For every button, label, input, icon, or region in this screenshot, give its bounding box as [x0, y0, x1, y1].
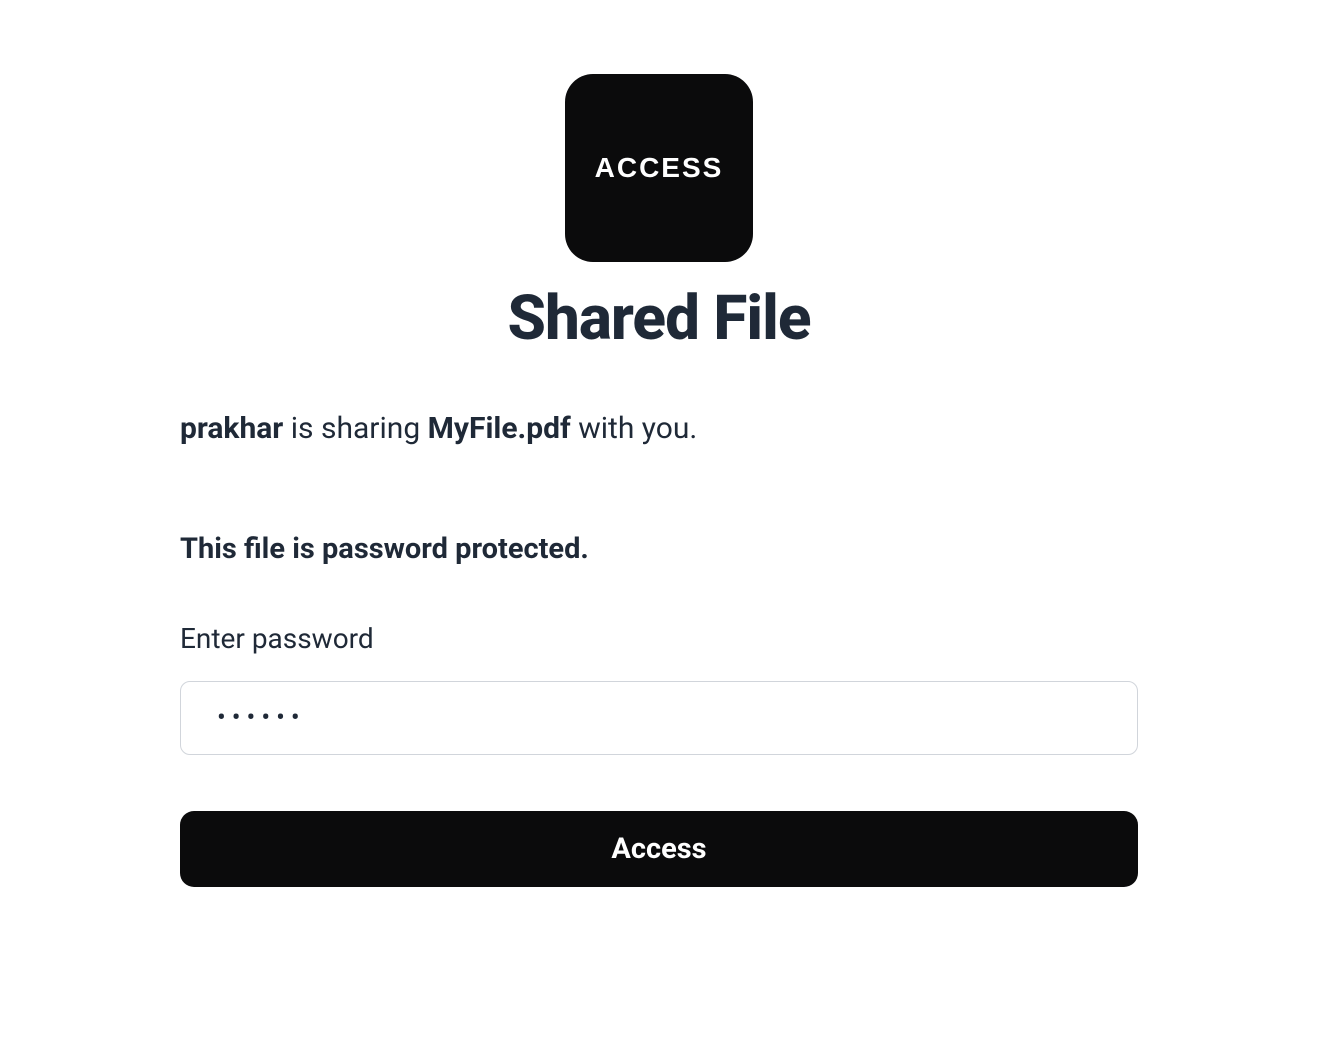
sharing-mid-text: is sharing — [283, 411, 427, 446]
logo-text: ACCESS — [595, 152, 724, 184]
page-title: Shared File — [508, 282, 811, 355]
sharing-filename: MyFile.pdf — [428, 411, 571, 446]
sharing-suffix: with you. — [571, 411, 698, 446]
logo-box: ACCESS — [565, 74, 753, 262]
content-container: prakhar is sharing MyFile.pdf with you. … — [180, 411, 1138, 887]
password-input[interactable] — [180, 681, 1138, 755]
access-button[interactable]: Access — [180, 811, 1138, 887]
protected-message: This file is password protected. — [180, 532, 1138, 566]
sharing-username: prakhar — [180, 411, 283, 446]
sharing-message: prakhar is sharing MyFile.pdf with you. — [180, 411, 1138, 446]
password-label: Enter password — [180, 622, 1138, 655]
